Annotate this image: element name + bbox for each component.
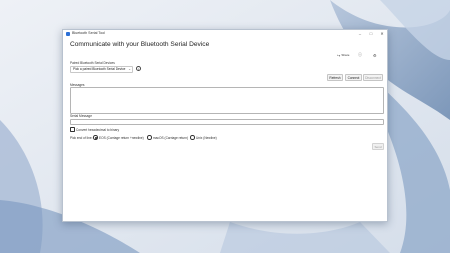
chevron-down-icon: ⌄: [128, 67, 131, 71]
eol-radio-eos[interactable]: [93, 135, 98, 140]
settings-button[interactable]: ⚙: [373, 52, 377, 58]
convert-hex-label: Convert hexadecimal to binary: [76, 127, 120, 132]
minimize-icon[interactable]: –: [355, 30, 365, 38]
device-select[interactable]: Pick a paired Bluetooth Serial Device ⌄: [70, 66, 133, 73]
connect-button[interactable]: Connect: [345, 74, 362, 81]
info-button[interactable]: ⓘ: [358, 52, 362, 58]
eol-radio-unix[interactable]: [190, 135, 195, 140]
eol-option-unix-label: Unix (Newline): [196, 135, 217, 140]
page-title: Communicate with your Bluetooth Serial D…: [70, 41, 210, 48]
app-icon: [66, 32, 70, 36]
window-title: Bluetooth Serial Tool: [72, 31, 105, 35]
eol-radio-macos[interactable]: [147, 135, 152, 140]
info-icon: ⓘ: [358, 52, 362, 57]
device-info-icon[interactable]: i: [136, 66, 141, 71]
app-window: Bluetooth Serial Tool – □ ✕ Communicate …: [62, 29, 388, 222]
device-select-value: Pick a paired Bluetooth Serial Device: [73, 67, 126, 71]
serial-message-input[interactable]: [70, 119, 384, 125]
share-button[interactable]: ↪ Share: [337, 52, 349, 58]
device-label: Paired Bluetooth Serial Devices: [70, 61, 115, 65]
eol-label: Pick end of line:: [70, 135, 93, 140]
title-bar: Bluetooth Serial Tool – □ ✕: [63, 30, 387, 38]
messages-box[interactable]: [70, 87, 384, 114]
eol-option-macos-label: macOS (Carriage return): [153, 135, 189, 140]
maximize-icon[interactable]: □: [366, 30, 376, 38]
close-icon[interactable]: ✕: [377, 30, 387, 38]
refresh-button[interactable]: Refresh: [327, 74, 343, 81]
disconnect-button[interactable]: Disconnect: [363, 74, 383, 81]
share-label: Share: [341, 53, 350, 57]
send-button[interactable]: Send: [372, 143, 384, 150]
convert-hex-checkbox[interactable]: [70, 127, 75, 132]
serial-message-label: Serial Message: [70, 114, 92, 118]
eol-option-eos-label: EOS (Carriage return +newline): [99, 135, 144, 140]
gear-icon: ⚙: [373, 52, 377, 58]
share-icon: ↪: [337, 52, 341, 58]
